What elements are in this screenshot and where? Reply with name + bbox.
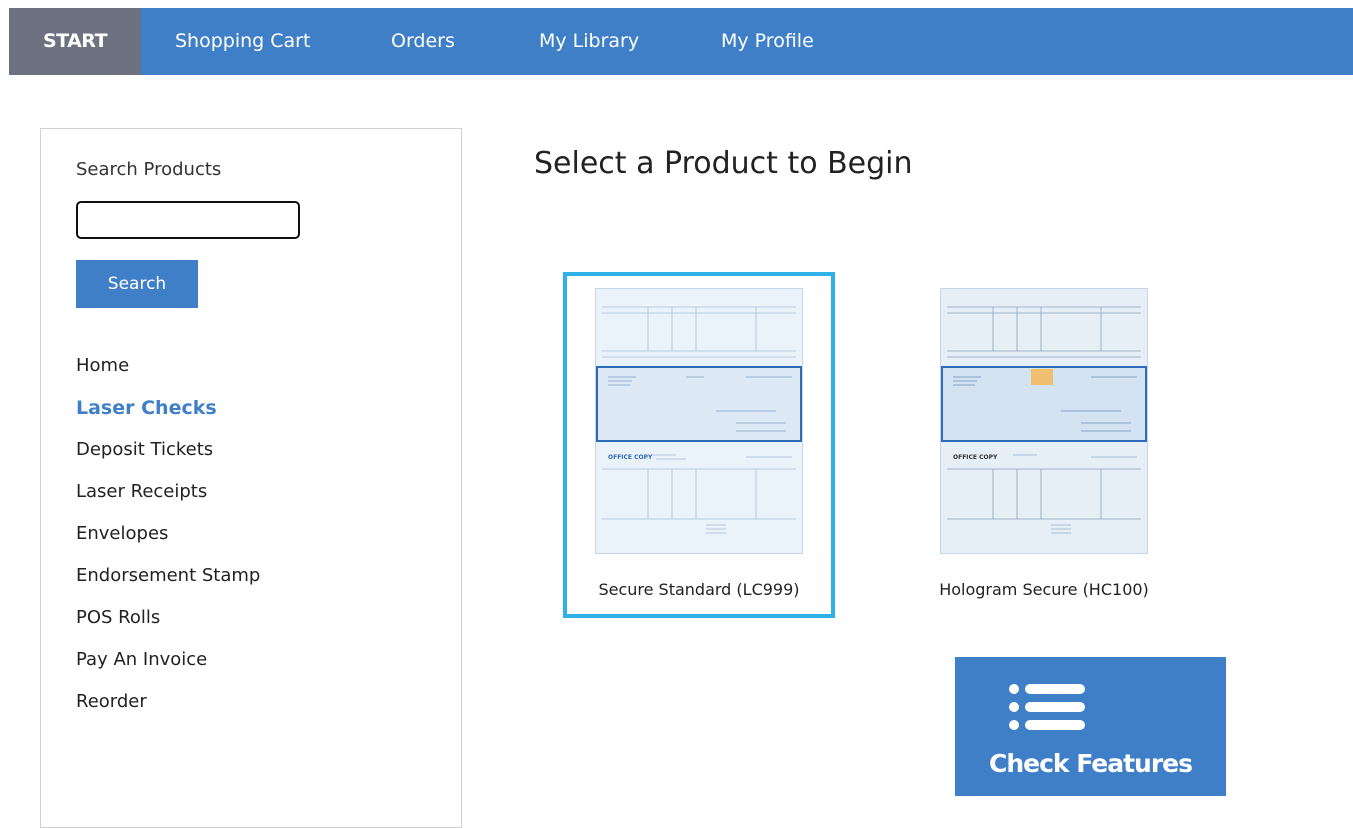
- page-title: Select a Product to Begin: [534, 146, 913, 181]
- nav-my-profile[interactable]: My Profile: [721, 8, 814, 75]
- category-endorsement-stamp[interactable]: Endorsement Stamp: [76, 561, 260, 603]
- list-icon: [1009, 684, 1085, 730]
- product-label-hc100: Hologram Secure (HC100): [939, 580, 1149, 599]
- category-pay-an-invoice[interactable]: Pay An Invoice: [76, 645, 260, 687]
- check-features-button[interactable]: Check Features: [955, 657, 1226, 796]
- category-deposit-tickets[interactable]: Deposit Tickets: [76, 435, 260, 477]
- category-list: Home Laser Checks Deposit Tickets Laser …: [76, 351, 260, 729]
- category-reorder[interactable]: Reorder: [76, 687, 260, 729]
- nav-shopping-cart[interactable]: Shopping Cart: [175, 8, 310, 75]
- stub-text-hc100: OFFICE COPY: [953, 454, 998, 461]
- search-label: Search Products: [76, 159, 222, 180]
- search-button[interactable]: Search: [76, 260, 198, 308]
- product-label-lc999: Secure Standard (LC999): [598, 580, 800, 599]
- top-navigation: START Shopping Cart Orders My Library My…: [9, 8, 1353, 75]
- category-laser-checks[interactable]: Laser Checks: [76, 393, 260, 435]
- category-home[interactable]: Home: [76, 351, 260, 393]
- nav-orders[interactable]: Orders: [391, 8, 455, 75]
- check-features-label: Check Features: [988, 749, 1193, 778]
- search-input[interactable]: [76, 201, 300, 239]
- product-image-lc999: OFFICE COPY: [595, 288, 803, 554]
- stub-text-lc999: OFFICE COPY: [608, 454, 653, 461]
- category-laser-receipts[interactable]: Laser Receipts: [76, 477, 260, 519]
- nav-start[interactable]: START: [9, 8, 141, 75]
- nav-my-library[interactable]: My Library: [539, 8, 639, 75]
- category-pos-rolls[interactable]: POS Rolls: [76, 603, 260, 645]
- category-envelopes[interactable]: Envelopes: [76, 519, 260, 561]
- sidebar: Search Products Search Home Laser Checks…: [40, 128, 462, 828]
- product-card-hc100[interactable]: OFFICE COPY Hologram Secure (HC100): [908, 272, 1180, 618]
- product-card-lc999[interactable]: OFFICE COPY Secure Standard (LC999): [563, 272, 835, 618]
- product-image-hc100: OFFICE COPY: [940, 288, 1148, 554]
